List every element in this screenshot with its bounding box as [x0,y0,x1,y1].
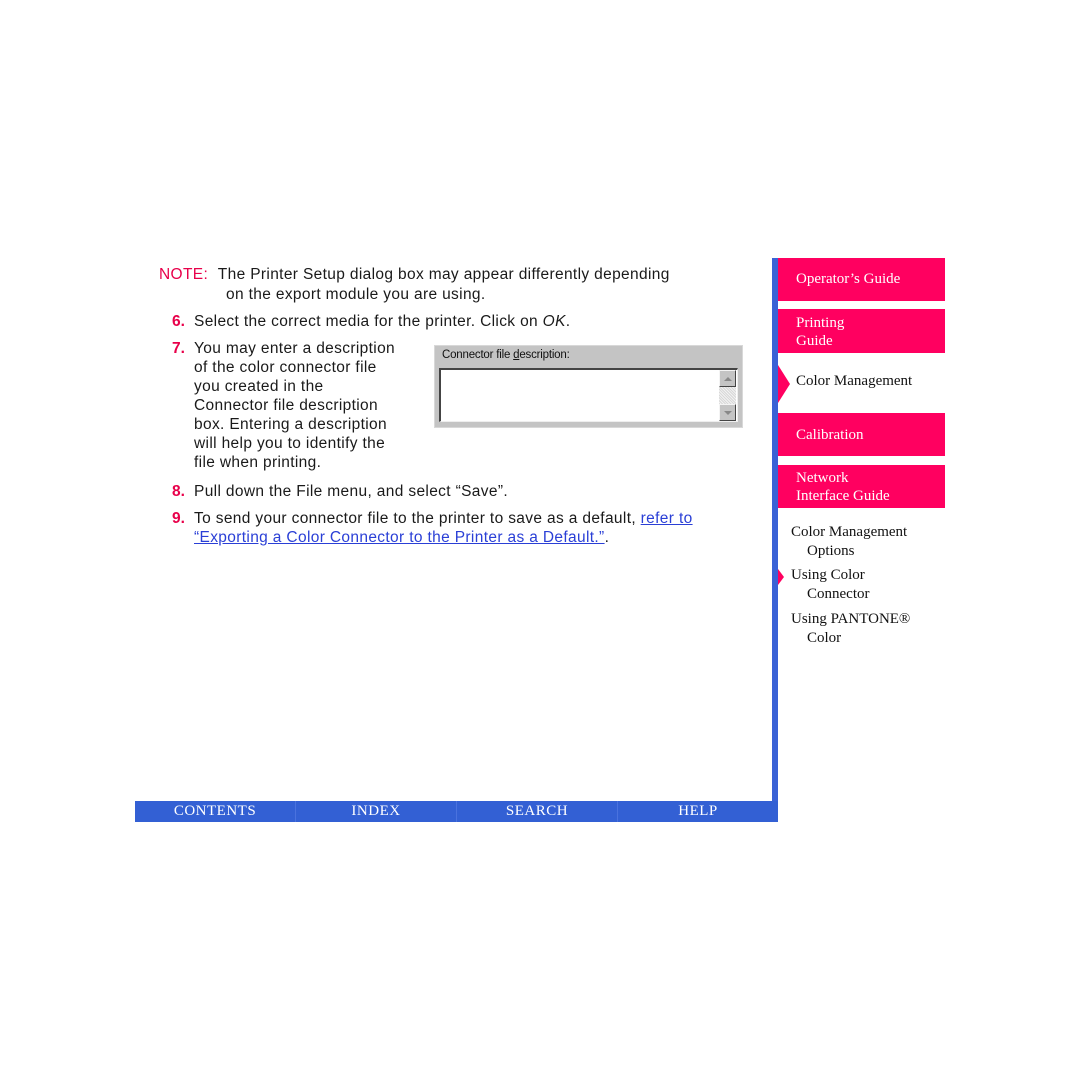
nav-operators-guide[interactable]: Operator’s Guide [778,258,945,301]
step-7-line: will help you to identify the [194,435,386,452]
note-line-1: NOTE: The Printer Setup dialog box may a… [159,266,670,284]
note-label: NOTE: [159,266,209,283]
arrow-up-icon [723,376,732,381]
step-7-line: box. Entering a description [194,416,387,433]
label-part: escription: [519,349,570,361]
step-6-suffix: . [565,313,571,330]
connector-description-textarea[interactable] [439,368,738,422]
step-7-line: of the color connector file [194,359,377,376]
step-7-line: file when printing. [194,454,322,471]
subsection-using-pantone-color[interactable]: Using PANTONE® Color [791,610,910,648]
nav-calibration[interactable]: Calibration [778,413,945,456]
step-6-ok-emphasis: OK [542,313,566,330]
arrow-down-icon [723,410,732,415]
nav-index-button[interactable]: INDEX [296,801,457,822]
subsection-label: Options [807,543,855,559]
nav-contents-button[interactable]: CONTENTS [135,801,296,822]
step-7-line: You may enter a description [194,340,396,357]
nav-label: Printing [796,315,845,331]
cross-reference-link[interactable]: refer to [641,510,693,527]
note-line-2: on the export module you are using. [226,286,486,303]
step-9-body: To send your connector file to the print… [194,510,641,527]
subsection-label: Color Management [791,524,908,540]
scroll-up-button[interactable] [719,370,736,387]
nav-network-interface-guide[interactable]: Network Interface Guide [778,465,945,508]
label-part: Connector file [442,349,514,361]
step-7-line: Connector file description [194,397,378,414]
scroll-down-button[interactable] [719,404,736,421]
connector-description-label: Connector file description: [442,349,570,361]
nav-label: Interface Guide [796,488,890,504]
step-8-text: Pull down the File menu, and select “Sav… [194,483,509,500]
document-body: NOTE: The Printer Setup dialog box may a… [0,0,770,800]
current-subsection-marker-icon [778,569,784,585]
step-6-number: 6. [172,313,185,330]
active-section-marker-icon [778,365,790,403]
nav-label: Guide [796,333,833,349]
connector-description-dialog: Connector file description: [434,345,743,428]
step-9-number: 9. [172,510,185,527]
step-7-number: 7. [172,340,185,357]
step-7-line: you created in the [194,378,324,395]
step-9-suffix: . [604,529,610,546]
step-6-body: Select the correct media for the printer… [194,313,543,330]
subsection-label: Color [807,630,842,646]
subsection-label: Using PANTONE® [791,611,911,627]
textarea-scrollbar[interactable] [719,370,736,421]
subsection-label: Connector [807,586,870,602]
step-6-text: Select the correct media for the printer… [194,313,570,331]
subsection-label: Using Color [791,567,865,583]
nav-help-button[interactable]: HELP [618,801,778,822]
step-8-number: 8. [172,483,185,500]
nav-color-management-active[interactable]: Color Management [796,373,912,390]
subsection-using-color-connector[interactable]: Using Color Connector [791,566,869,604]
nav-search-button[interactable]: SEARCH [457,801,618,822]
nav-label: Network [796,470,849,486]
step-9-line-1: To send your connector file to the print… [194,510,693,528]
nav-label: Operator’s Guide [796,271,901,287]
nav-label: Calibration [796,427,864,443]
subsection-color-management-options[interactable]: Color Management Options [791,523,907,561]
bottom-navigation-bar: CONTENTS INDEX SEARCH HELP [135,801,778,822]
note-text-1: The Printer Setup dialog box may appear … [217,266,670,283]
nav-printing-guide[interactable]: Printing Guide [778,309,945,353]
cross-reference-link-title[interactable]: “Exporting a Color Connector to the Prin… [194,529,605,546]
scrollbar-track[interactable] [719,370,736,421]
step-9-line-2: “Exporting a Color Connector to the Prin… [194,529,609,547]
